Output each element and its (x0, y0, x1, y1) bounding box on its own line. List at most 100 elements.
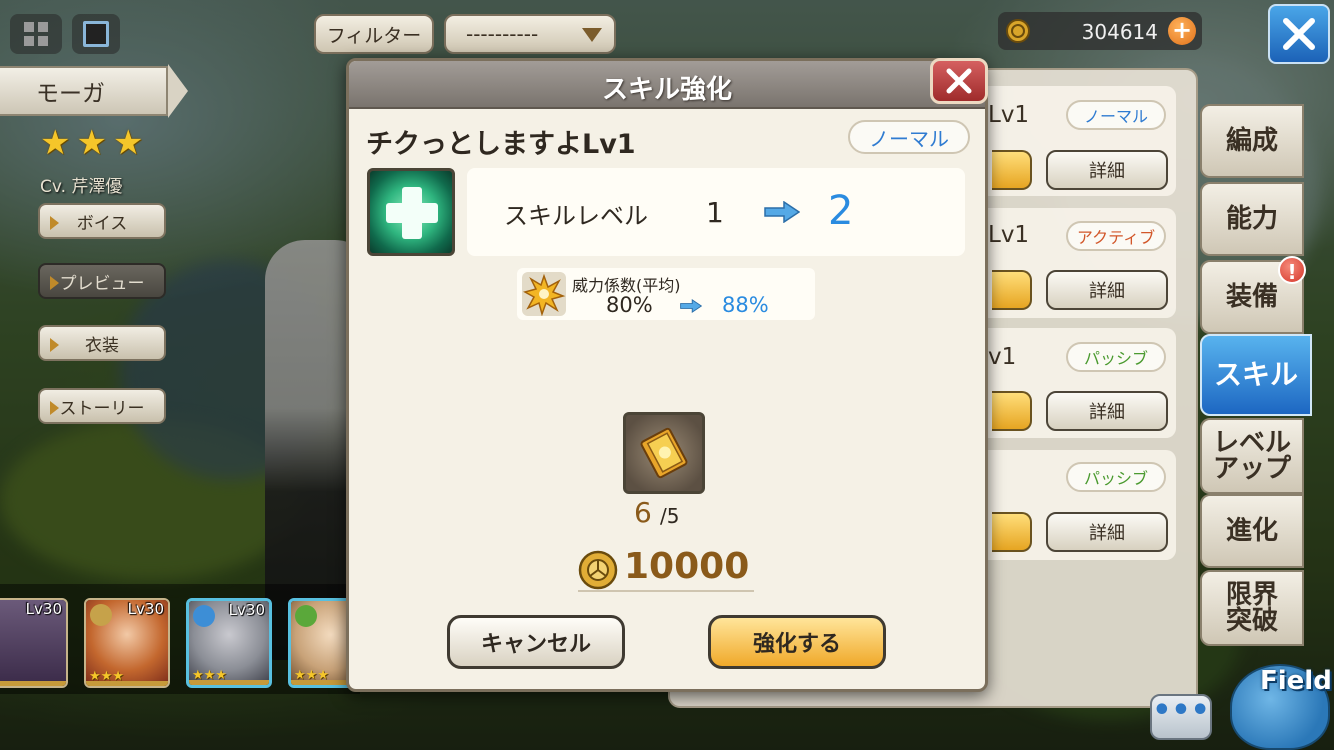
rarity-stars: ★ ★ ★ (40, 126, 143, 160)
skill-detail-button[interactable]: 詳細 (1046, 512, 1168, 552)
tab-equipment-label: 装備 (1225, 282, 1278, 312)
tab-limit-break[interactable]: 限界 突破 (1200, 570, 1304, 646)
portrait-level: Lv30 (127, 600, 164, 618)
tab-formation-label: 編成 (1225, 126, 1278, 156)
tab-level-up-label-line1: レベル (1212, 428, 1291, 458)
tab-level-up-label-line2: アップ (1212, 454, 1291, 484)
voice-button-label: ボイス (76, 213, 128, 234)
dialog-close-button[interactable] (930, 58, 988, 104)
field-label: Field (1260, 666, 1332, 696)
field-button[interactable]: Field (1222, 652, 1334, 750)
preview-button[interactable]: プレビュー (38, 263, 166, 299)
party-portrait-selected[interactable]: Lv30 ★★★ (186, 598, 272, 688)
tab-level-up[interactable]: レベル アップ (1200, 418, 1304, 494)
element-icon (193, 605, 215, 627)
voice-button[interactable]: ボイス (38, 203, 166, 239)
preview-button-label: プレビュー (59, 273, 145, 294)
tab-equipment[interactable]: 装備 ! (1200, 256, 1306, 334)
arrow-right-icon (680, 299, 702, 313)
add-currency-button[interactable]: + (1168, 17, 1196, 45)
skill-type-badge: アクティブ (1066, 221, 1166, 251)
play-icon (50, 276, 59, 290)
tab-limit-break-label-line1: 限界 (1225, 580, 1278, 610)
skill-type-badge: パッシブ (1066, 462, 1166, 492)
story-button[interactable]: ストーリー (38, 388, 166, 424)
tab-limit-break-label-line2: 突破 (1225, 606, 1278, 636)
currency-amount: 304614 (1081, 20, 1158, 44)
power-coefficient-current: 80% (606, 293, 653, 317)
single-view-button[interactable] (72, 14, 120, 54)
filter-button[interactable]: フィルター (314, 14, 434, 54)
filter-select-value: ---------- (466, 22, 539, 46)
gold-coin-icon (1006, 19, 1030, 43)
skill-level-label: スキルレベル (504, 202, 648, 230)
play-icon (50, 401, 59, 415)
skill-name-fragment: Lv1 (988, 222, 1030, 248)
tab-ability-label: 能力 (1225, 204, 1278, 234)
skill-type-pill: ノーマル (848, 120, 970, 154)
skill-enhance-button[interactable] (992, 512, 1032, 552)
skill-name: チクっとしますよLv1 (366, 129, 636, 160)
character-name-tab: モーガ (0, 66, 168, 116)
tab-evolution[interactable]: 進化 (1200, 494, 1304, 568)
arrow-right-icon (764, 201, 800, 223)
tab-skill[interactable]: スキル (1200, 334, 1312, 416)
chat-button[interactable]: ••• (1150, 694, 1212, 740)
gold-coin-icon (578, 550, 618, 590)
close-icon (1283, 18, 1315, 50)
skill-book-item-icon[interactable] (623, 412, 705, 494)
item-required-count: /5 (660, 504, 680, 528)
power-coefficient-next: 88% (722, 293, 769, 317)
tab-formation[interactable]: 編成 (1200, 104, 1304, 178)
close-screen-button[interactable] (1268, 4, 1330, 64)
play-icon (50, 338, 59, 352)
voice-actor-label: Cv. 芹澤優 (40, 177, 123, 197)
skill-type-badge: パッシブ (1066, 342, 1166, 372)
skill-enhance-button[interactable] (992, 270, 1032, 310)
close-icon (946, 68, 972, 94)
chat-icon: ••• (1152, 693, 1210, 728)
tab-skill-label: スキル (1213, 358, 1298, 391)
tab-ability[interactable]: 能力 (1200, 182, 1304, 256)
skill-detail-button[interactable]: 詳細 (1046, 150, 1168, 190)
skill-detail-button[interactable]: 詳細 (1046, 270, 1168, 310)
portrait-level: Lv30 (228, 601, 265, 619)
enhance-cost: 10000 (624, 546, 750, 587)
star-icon: ★ (76, 123, 107, 163)
skill-name-fragment: v1 (988, 344, 1017, 370)
cost-underline (578, 590, 754, 592)
skill-type-badge: ノーマル (1066, 100, 1166, 130)
costume-button[interactable]: 衣装 (38, 325, 166, 361)
story-button-label: ストーリー (59, 398, 145, 419)
cancel-button[interactable]: キャンセル (447, 615, 625, 669)
square-icon (83, 21, 109, 47)
currency-display: 304614 + (998, 12, 1202, 50)
item-owned-count: 6 (634, 496, 652, 529)
grid-icon (24, 22, 48, 46)
skill-enhance-button[interactable] (992, 150, 1032, 190)
portrait-level: Lv30 (25, 600, 62, 618)
filter-select[interactable]: ---------- (444, 14, 616, 54)
tab-evolution-label: 進化 (1225, 516, 1278, 546)
grid-view-button[interactable] (10, 14, 62, 54)
star-icon: ★ (112, 123, 144, 163)
star-icon: ★ (40, 123, 71, 163)
skill-detail-button[interactable]: 詳細 (1046, 391, 1168, 431)
element-icon (295, 605, 317, 627)
party-portrait[interactable]: Lv30 ★★★ (84, 598, 170, 688)
party-portrait[interactable]: Lv30 (0, 598, 68, 688)
dialog-title: スキル強化 (601, 75, 732, 105)
skill-level-next: 2 (828, 188, 854, 234)
skill-enhance-button[interactable] (992, 391, 1032, 431)
dialog-header: スキル強化 (349, 61, 985, 109)
name-tab-arrow (168, 64, 188, 118)
character-name: モーガ (36, 81, 105, 107)
enhance-confirm-button[interactable]: 強化する (708, 615, 886, 669)
play-icon (50, 216, 59, 230)
chevron-down-icon (582, 28, 602, 42)
burst-icon (522, 272, 566, 317)
skill-level-current: 1 (706, 196, 724, 229)
costume-button-label: 衣装 (85, 335, 119, 356)
alert-badge: ! (1278, 256, 1306, 284)
heal-skill-icon (367, 168, 455, 256)
